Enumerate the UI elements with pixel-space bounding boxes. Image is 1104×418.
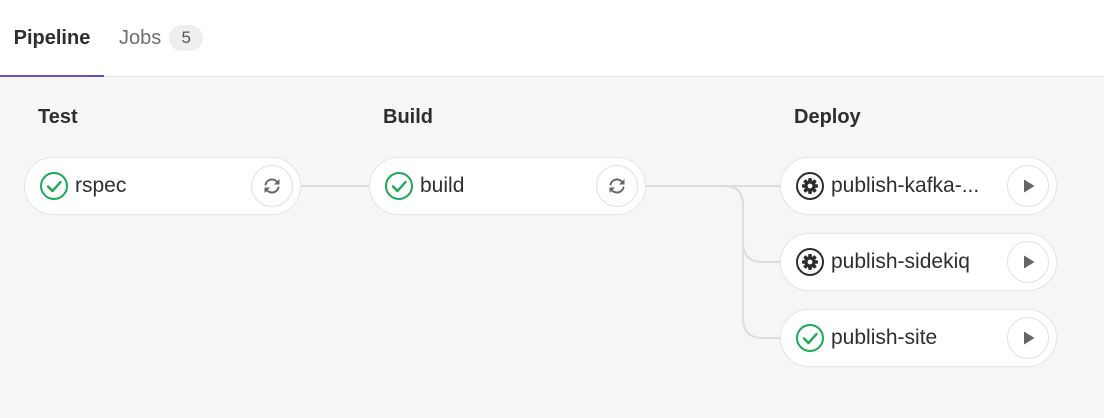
job-rspec[interactable]: rspec: [24, 157, 301, 215]
retry-button[interactable]: [596, 165, 638, 207]
job-name: build: [420, 174, 465, 197]
job-publish-sidekiq[interactable]: publish-sidekiq: [780, 233, 1057, 291]
job-name: publish-site: [831, 326, 938, 349]
tab-jobs[interactable]: Jobs 5: [119, 0, 204, 76]
job-publish-kafka[interactable]: publish-kafka-...: [780, 157, 1057, 215]
stage-title-test: Test: [38, 106, 78, 128]
job-name: publish-kafka-...: [831, 174, 980, 197]
stage-title-deploy: Deploy: [794, 106, 861, 128]
tab-pipeline-label: Pipeline: [13, 26, 91, 49]
stage-title-build: Build: [383, 106, 433, 128]
play-icon: [1024, 331, 1035, 345]
play-button[interactable]: [1007, 317, 1049, 359]
jobs-count-badge: 5: [169, 25, 204, 51]
job-name: publish-sidekiq: [831, 250, 970, 273]
retry-icon: [264, 178, 280, 194]
retry-button[interactable]: [251, 165, 293, 207]
manual-gear-icon: [796, 172, 824, 200]
tab-pipeline[interactable]: Pipeline: [0, 0, 104, 77]
pipeline-tabs: Pipeline Jobs 5: [0, 0, 1104, 77]
retry-icon: [609, 178, 625, 194]
job-publish-site[interactable]: publish-site: [780, 309, 1057, 367]
success-check-icon: [40, 172, 68, 200]
play-button[interactable]: [1007, 165, 1049, 207]
job-name: rspec: [75, 174, 127, 197]
success-check-icon: [385, 172, 413, 200]
play-icon: [1024, 179, 1035, 193]
tab-jobs-label: Jobs: [119, 26, 162, 49]
manual-gear-icon: [796, 248, 824, 276]
job-build[interactable]: build: [369, 157, 646, 215]
play-button[interactable]: [1007, 241, 1049, 283]
play-icon: [1024, 255, 1035, 269]
success-check-icon: [796, 324, 824, 352]
